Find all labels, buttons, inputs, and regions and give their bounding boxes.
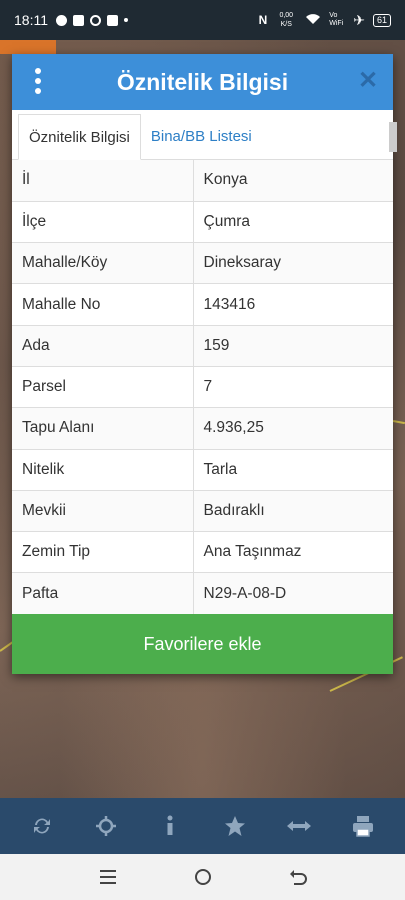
map-toolbar: [0, 798, 405, 854]
table-row: Ada 159: [12, 325, 393, 367]
instagram-icon: [90, 14, 101, 26]
system-nav-bar: [0, 854, 405, 900]
table-row: Parsel 7: [12, 366, 393, 409]
attribute-value: 143416: [193, 283, 393, 326]
attribute-value: N29-A-08-D: [193, 572, 393, 615]
map-overlay-tab: [0, 40, 56, 54]
refresh-icon[interactable]: [24, 808, 60, 844]
table-row: İlçe Çumra: [12, 201, 393, 244]
table-row: İl Konya: [12, 160, 393, 202]
tab-scroll-indicator: [389, 122, 397, 152]
battery-indicator: 61: [372, 13, 391, 27]
close-icon[interactable]: ✕: [355, 66, 381, 96]
attribute-value: Çumra: [193, 201, 393, 244]
attribute-value: 159: [193, 325, 393, 367]
net-speed: 0,00 K/S: [279, 12, 294, 28]
attribute-value: 7: [193, 366, 393, 409]
star-icon[interactable]: [217, 808, 253, 844]
attribute-key: Parsel: [12, 366, 194, 409]
tab-building-list[interactable]: Bina/BB Listesi: [141, 113, 262, 159]
table-row: Mahalle/Köy Dineksaray: [12, 242, 393, 285]
more-notifications-icon: [124, 18, 128, 22]
attribute-key: Nitelik: [12, 449, 194, 491]
attribute-key: Pafta: [12, 572, 194, 615]
locate-icon[interactable]: [88, 808, 124, 844]
table-row: Pafta N29-A-08-D: [12, 572, 393, 615]
attribute-value: Ana Taşınmaz: [193, 531, 393, 574]
table-row: Mahalle No 143416: [12, 283, 393, 326]
table-row: Zemin Tip Ana Taşınmaz: [12, 531, 393, 574]
app-icon: [73, 14, 84, 26]
outlook-icon: [107, 14, 118, 26]
attribute-dialog: Öznitelik Bilgisi ✕ Öznitelik Bilgisi Bi…: [12, 54, 397, 674]
table-row: Mevkii Badıraklı: [12, 490, 393, 533]
attribute-key: Mahalle No: [12, 283, 194, 326]
menu-icon[interactable]: [93, 862, 123, 892]
print-icon[interactable]: [345, 808, 381, 844]
dialog-header: Öznitelik Bilgisi ✕: [12, 54, 393, 110]
tab-bar: Öznitelik Bilgisi Bina/BB Listesi: [12, 110, 397, 160]
attribute-key: Tapu Alanı: [12, 407, 194, 450]
add-favorite-button[interactable]: Favorilere ekle: [12, 614, 393, 674]
back-icon[interactable]: [283, 862, 313, 892]
message-icon: [56, 14, 67, 26]
attribute-value: Badıraklı: [193, 490, 393, 533]
attribute-table: İl Konya İlçe Çumra Mahalle/Köy Dineksaray Mah…: [12, 160, 393, 615]
attribute-value: 4.936,25: [193, 407, 393, 450]
table-row: Nitelik Tarla: [12, 449, 393, 491]
attribute-key: İl: [12, 160, 194, 202]
status-bar: 18:11 N 0,00 K/S Vo WiFi ✈ 61: [0, 0, 405, 40]
measure-icon[interactable]: [281, 808, 317, 844]
attribute-key: Mevkii: [12, 490, 194, 533]
attribute-value: Tarla: [193, 449, 393, 491]
attribute-key: Zemin Tip: [12, 531, 194, 574]
wifi-icon: [305, 13, 321, 27]
airplane-icon: ✈: [353, 11, 365, 28]
home-icon[interactable]: [188, 862, 218, 892]
table-row: Tapu Alanı 4.936,25: [12, 407, 393, 450]
dialog-title: Öznitelik Bilgisi: [116, 68, 289, 95]
tab-attribute-info[interactable]: Öznitelik Bilgisi: [18, 114, 141, 160]
attribute-key: Mahalle/Köy: [12, 242, 194, 285]
attribute-key: Ada: [12, 325, 194, 367]
volte-label: Vo WiFi: [329, 12, 344, 27]
attribute-value: Dineksaray: [193, 242, 393, 285]
menu-kebab-icon[interactable]: [30, 68, 46, 94]
status-time: 18:11: [14, 12, 48, 28]
attribute-value: Konya: [193, 160, 393, 202]
info-icon[interactable]: [152, 808, 188, 844]
attribute-key: İlçe: [12, 201, 194, 244]
nfc-icon: N: [258, 13, 268, 27]
